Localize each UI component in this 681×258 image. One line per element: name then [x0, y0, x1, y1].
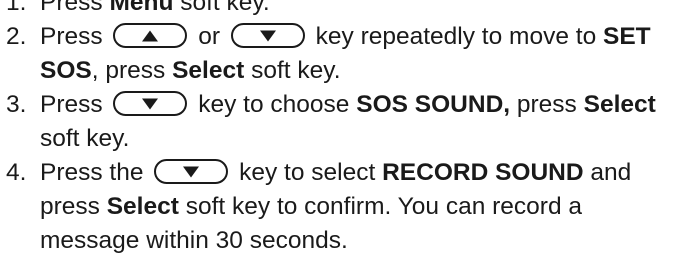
up-arrow-key-icon	[113, 23, 188, 49]
step-text: Press	[40, 91, 110, 118]
sos-sound-label: SOS SOUND,	[356, 91, 511, 118]
step-text: Press	[40, 23, 110, 50]
down-arrow-key-icon	[230, 23, 305, 49]
step-text: key to select	[232, 159, 383, 186]
step-text: Press	[40, 0, 110, 16]
record-sound-label: RECORD SOUND	[382, 159, 584, 186]
menu-label: Menu	[109, 0, 174, 16]
step-text: Press the	[40, 159, 151, 186]
step-text: key repeatedly to move to	[308, 23, 603, 50]
step-number: 4.	[6, 159, 27, 186]
step-3: 3. Press key to choose SOS SOUND, press …	[0, 88, 681, 156]
step-text: or	[191, 23, 227, 50]
step-number: 1.	[6, 0, 27, 16]
step-text: , press	[91, 57, 173, 84]
step-text: soft key.	[40, 125, 130, 152]
down-arrow-key-icon	[154, 159, 229, 185]
step-text: soft key.	[244, 57, 341, 84]
step-1: 1. Press Menu soft key.	[0, 0, 681, 20]
select-label: Select	[583, 91, 656, 118]
instruction-steps: 1. Press Menu soft key. 2. Press or key …	[0, 0, 681, 258]
select-label: Select	[172, 57, 245, 84]
step-number: 3.	[6, 91, 27, 118]
down-arrow-key-icon	[113, 91, 188, 117]
step-text: key to choose	[191, 91, 357, 118]
step-text: press	[510, 91, 584, 118]
step-4: 4. Press the key to select RECORD SOUND …	[0, 156, 681, 258]
select-label: Select	[106, 193, 179, 220]
step-text: soft key.	[173, 0, 270, 16]
step-2: 2. Press or key repeatedly to move to SE…	[0, 20, 681, 88]
step-number: 2.	[6, 23, 27, 50]
